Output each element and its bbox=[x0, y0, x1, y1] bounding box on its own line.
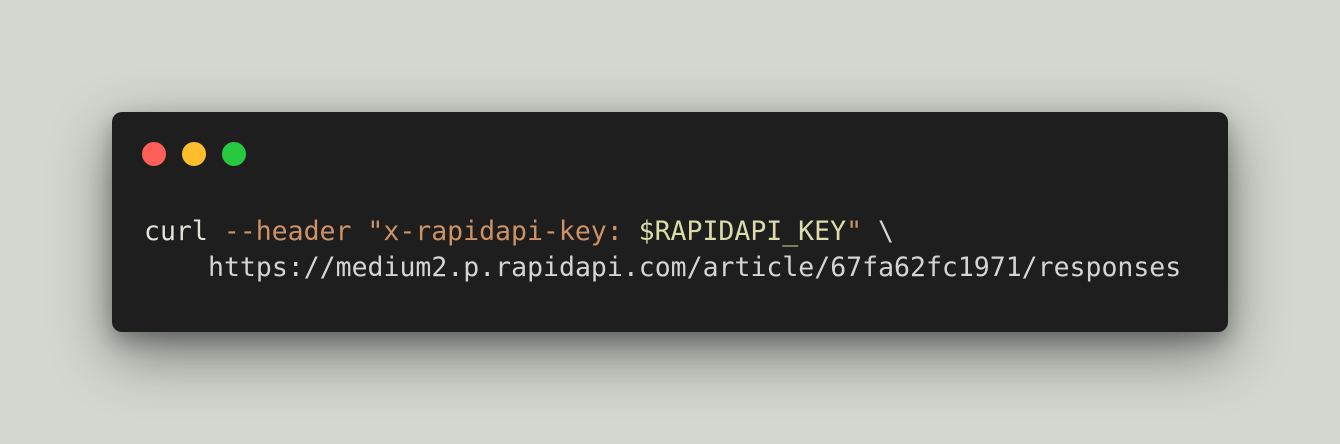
code-window: curl --header "x-rapidapi-key: $RAPIDAPI… bbox=[112, 112, 1228, 332]
minimize-window-icon[interactable] bbox=[182, 142, 206, 166]
window-controls bbox=[142, 142, 246, 166]
code-block: curl --header "x-rapidapi-key: $RAPIDAPI… bbox=[144, 214, 1181, 286]
code-flag: --header bbox=[223, 216, 352, 247]
code-line-1: curl --header "x-rapidapi-key: $RAPIDAPI… bbox=[144, 214, 1181, 250]
code-variable: $RAPIDAPI_KEY bbox=[638, 216, 847, 247]
close-window-icon[interactable] bbox=[142, 142, 166, 166]
zoom-window-icon[interactable] bbox=[222, 142, 246, 166]
code-line-2: https://medium2.p.rapidapi.com/article/6… bbox=[144, 250, 1181, 286]
code-string-open: "x-rapidapi-key: bbox=[367, 216, 639, 247]
code-command: curl bbox=[144, 216, 208, 247]
code-line-continuation: \ bbox=[878, 216, 894, 247]
code-string-close: " bbox=[846, 216, 863, 247]
code-url: https://medium2.p.rapidapi.com/article/6… bbox=[208, 252, 1182, 283]
